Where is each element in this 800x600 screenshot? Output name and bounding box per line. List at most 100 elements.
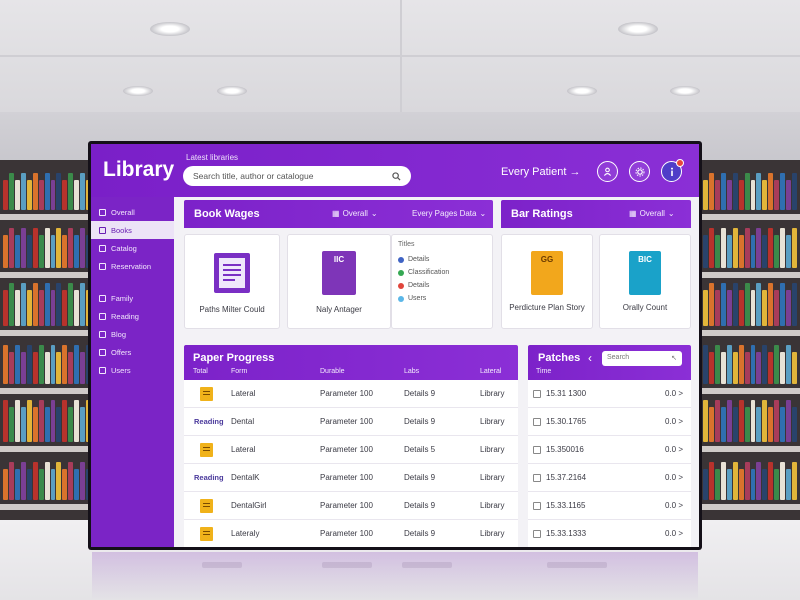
- expand-icon[interactable]: ↖: [671, 354, 677, 363]
- shelf-book: [714, 400, 720, 442]
- shelf-book: [50, 235, 56, 268]
- row-checkbox[interactable]: [533, 474, 541, 482]
- shelf-book: [74, 345, 80, 384]
- cell: DentalGirl: [231, 501, 267, 510]
- user-button[interactable]: [597, 161, 618, 182]
- shelf-book: [780, 352, 786, 384]
- row-checkbox[interactable]: [533, 446, 541, 454]
- shelf-book: [732, 228, 738, 268]
- sidebar-item-users[interactable]: Users: [91, 361, 174, 379]
- table-row[interactable]: Reading Dental Parameter 100 Details 9 L…: [184, 408, 518, 436]
- filter-label: Overall: [342, 209, 368, 218]
- list-item[interactable]: 15.33.1165 0.0 >: [528, 492, 691, 520]
- cell: Details 9: [404, 529, 436, 538]
- table-row[interactable]: Lateral Parameter 100 Details 5 Library: [184, 436, 518, 464]
- shelf-book: [774, 400, 780, 442]
- sidebar-item-offers[interactable]: Offers: [91, 343, 174, 361]
- table-row[interactable]: DentalGirl Parameter 100 Details 9 Libra…: [184, 492, 518, 520]
- app-logo: Library: [103, 158, 175, 181]
- table-row[interactable]: Lateral Parameter 100 Details 9 Library: [184, 380, 518, 408]
- patch-value[interactable]: 0.0 >: [665, 501, 683, 510]
- table-row[interactable]: Lateraly Parameter 100 Details 9 Library: [184, 520, 518, 547]
- column-header[interactable]: Time: [536, 368, 551, 375]
- cell: Parameter 100: [320, 417, 373, 426]
- shelf-book: [68, 407, 74, 442]
- patch-value[interactable]: 0.0 >: [665, 529, 683, 538]
- shelf-book: [768, 352, 774, 384]
- sidebar-item-reading[interactable]: Reading: [91, 307, 174, 325]
- list-item[interactable]: 15.33.1333 0.0 >: [528, 520, 691, 547]
- shelf-book: [20, 352, 26, 384]
- book-wages-filter-pages[interactable]: Every Pages Data ⌄: [412, 209, 486, 218]
- shelf-book: [20, 228, 26, 268]
- book-icon: [200, 527, 213, 541]
- column-header[interactable]: Durable: [320, 368, 345, 375]
- cell: Library: [480, 473, 505, 482]
- search-input[interactable]: Search title, author or catalogue: [183, 166, 411, 186]
- shelf-book: [726, 400, 732, 442]
- shelf-book: [74, 400, 80, 442]
- shelf-book: [720, 407, 726, 442]
- list-item[interactable]: 15.31 1300 0.0 >: [528, 380, 691, 408]
- row-checkbox[interactable]: [533, 418, 541, 426]
- shelf-book: [744, 228, 750, 268]
- sidebar-item-overall[interactable]: Overall: [91, 203, 174, 221]
- book-wages-filter-overall[interactable]: ▦ Overall ⌄: [332, 209, 378, 218]
- shelf-book: [750, 400, 756, 442]
- sidebar-item-reservation[interactable]: Reservation: [91, 257, 174, 275]
- shelf-book: [708, 462, 714, 500]
- book-card[interactable]: BIC Orally Count: [599, 234, 691, 329]
- book-cover: [214, 253, 250, 293]
- shelf-book: [20, 407, 26, 442]
- shelf-book: [786, 290, 792, 326]
- shelf-book: [714, 345, 720, 384]
- list-item[interactable]: 15.30.1765 0.0 >: [528, 408, 691, 436]
- row-checkbox[interactable]: [533, 530, 541, 538]
- every-patient-link[interactable]: Every Patient →: [501, 166, 580, 178]
- shelf-book: [3, 290, 8, 326]
- shelf-book: [756, 173, 762, 210]
- column-header[interactable]: Total: [193, 368, 208, 375]
- sidebar-item-catalog[interactable]: Catalog: [91, 239, 174, 257]
- book-card[interactable]: IIC Naly Antager: [287, 234, 391, 329]
- patch-value[interactable]: 0.0 >: [665, 473, 683, 482]
- sidebar-item-label: Blog: [111, 329, 127, 339]
- shelf-book: [780, 228, 786, 268]
- row-checkbox[interactable]: [533, 502, 541, 510]
- shelf-book: [792, 228, 797, 268]
- shelf-book: [762, 345, 768, 384]
- row-checkbox[interactable]: [533, 390, 541, 398]
- shelf-book: [74, 469, 80, 500]
- shelf-book: [762, 400, 768, 442]
- shelf-book: [50, 400, 56, 442]
- ceiling-light: [670, 86, 700, 96]
- list-item[interactable]: 15.37.2164 0.0 >: [528, 464, 691, 492]
- patch-value[interactable]: 0.0 >: [665, 417, 683, 426]
- sidebar-item-books[interactable]: Books: [91, 221, 174, 239]
- settings-button[interactable]: [629, 161, 650, 182]
- column-header[interactable]: Form: [231, 368, 247, 375]
- patches-search-input[interactable]: Search ↖: [602, 351, 682, 366]
- table-row[interactable]: Reading DentalK Parameter 100 Details 9 …: [184, 464, 518, 492]
- sidebar-item-family[interactable]: Family: [91, 289, 174, 307]
- column-header[interactable]: Labs: [404, 368, 419, 375]
- book-caption: Perdicture Plan Story: [509, 303, 585, 312]
- sidebar-item-blog[interactable]: Blog: [91, 325, 174, 343]
- shelf-book: [780, 283, 786, 326]
- search-icon[interactable]: [392, 171, 401, 181]
- column-header[interactable]: Lateral: [480, 368, 501, 375]
- book-card[interactable]: GG Perdicture Plan Story: [501, 234, 593, 329]
- bar-ratings-filter[interactable]: ▦ Overall ⌄: [629, 209, 675, 218]
- patch-time: 15.31 1300: [546, 389, 587, 398]
- book-cover-title: BIC: [638, 255, 652, 264]
- shelf-book: [768, 283, 774, 326]
- book-card[interactable]: Paths Milter Could: [184, 234, 280, 329]
- chevron-left-icon[interactable]: ‹: [588, 351, 592, 365]
- info-button[interactable]: [661, 159, 684, 182]
- shelf-book: [32, 462, 38, 500]
- legend-dot: [398, 295, 404, 302]
- patch-value[interactable]: 0.0 >: [665, 445, 683, 454]
- shelf-book: [8, 352, 14, 384]
- list-item[interactable]: 15.350016 0.0 >: [528, 436, 691, 464]
- patch-value[interactable]: 0.0 >: [665, 389, 683, 398]
